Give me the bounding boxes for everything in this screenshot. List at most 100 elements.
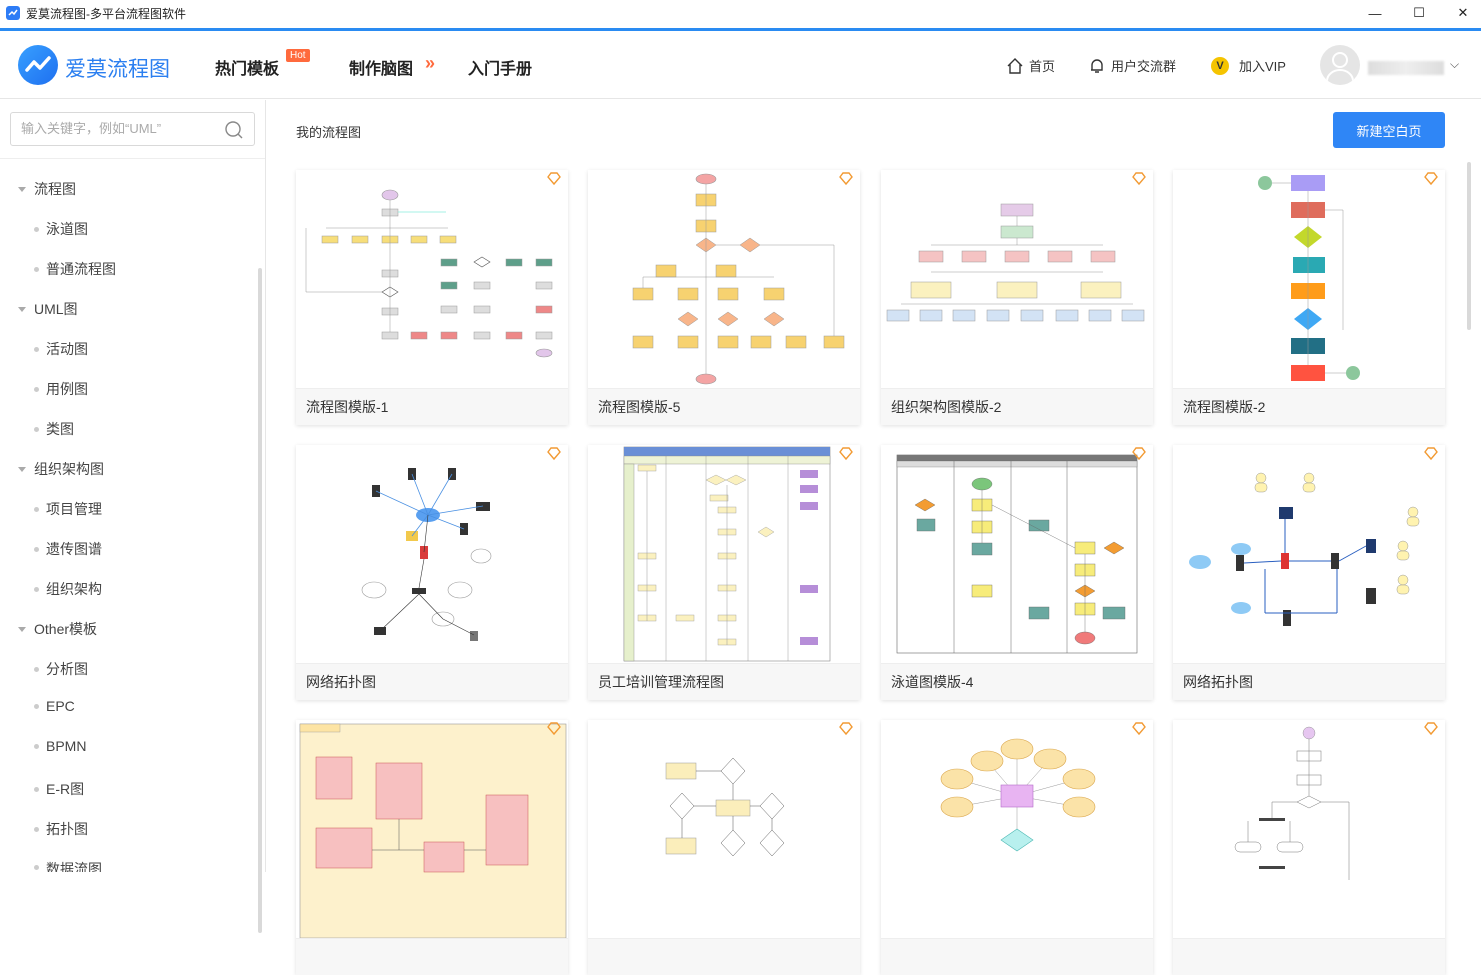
chevron-down-icon[interactable]: ⌵	[1450, 57, 1459, 72]
template-label: 网络拓扑图	[1173, 663, 1445, 700]
logo-text[interactable]: 爱莫流程图	[65, 53, 170, 83]
search-icon[interactable]	[224, 120, 244, 140]
template-thumbnail	[881, 445, 1153, 663]
tree-item-swimlane[interactable]: 泳道图	[34, 219, 88, 239]
tree-item-epc[interactable]: EPC	[34, 698, 75, 714]
tree-group-uml[interactable]: UML图	[18, 299, 78, 319]
tree-item-label: 数据流图	[46, 861, 102, 872]
tree-item-label: 用例图	[46, 381, 88, 397]
template-card[interactable]: 流程图模版-5	[588, 170, 860, 425]
divider	[0, 158, 265, 159]
tree-item-bpmn[interactable]: BPMN	[34, 738, 86, 754]
bullet-icon	[34, 266, 39, 272]
template-card[interactable]: 网络拓扑图	[1173, 445, 1445, 700]
template-thumbnail	[588, 445, 860, 663]
tree-item-label: BPMN	[46, 738, 87, 754]
tree-group-org[interactable]: 组织架构图	[18, 459, 104, 479]
template-card[interactable]	[296, 720, 568, 975]
avatar[interactable]	[1320, 45, 1360, 85]
template-thumbnail	[1173, 445, 1445, 663]
template-label	[296, 938, 568, 975]
vip-diamond-icon	[1424, 447, 1438, 461]
bullet-icon	[34, 786, 39, 792]
nav-hot-templates[interactable]: 热门模板	[215, 55, 279, 79]
tree-group-flowchart[interactable]: 流程图	[18, 179, 76, 199]
template-card[interactable]: 组织架构图模版-2	[881, 170, 1153, 425]
new-blank-page-button[interactable]: 新建空白页	[1333, 112, 1445, 148]
template-thumbnail	[296, 445, 568, 663]
tree-item-label: 泳道图	[46, 221, 88, 237]
main-scrollbar[interactable]	[1467, 162, 1471, 330]
tree-item-dataflow[interactable]: 数据流图	[34, 859, 102, 872]
page-title: 我的流程图	[296, 125, 362, 140]
tree-item-label: 活动图	[46, 341, 88, 357]
caret-down-icon	[18, 626, 26, 632]
bullet-icon	[34, 586, 39, 592]
tree-item-org[interactable]: 组织架构	[34, 579, 102, 599]
minimize-button[interactable]: —	[1352, 0, 1398, 26]
user-group-link[interactable]: 用户交流群	[1088, 56, 1176, 75]
tree-item-analysis[interactable]: 分析图	[34, 659, 88, 679]
template-thumbnail	[296, 170, 568, 388]
hot-badge: Hot	[286, 49, 310, 62]
template-label: 流程图模版-5	[588, 388, 860, 425]
template-card[interactable]	[881, 720, 1153, 975]
tree-group-label: 组织架构图	[34, 461, 104, 477]
template-thumbnail	[1173, 170, 1445, 388]
home-link[interactable]: 首页	[1006, 56, 1055, 75]
vip-diamond-icon	[547, 447, 561, 461]
tree-item-usecase[interactable]: 用例图	[34, 379, 88, 399]
vip-diamond-icon	[1424, 172, 1438, 186]
template-card[interactable]: 网络拓扑图	[296, 445, 568, 700]
vip-label: 加入VIP	[1239, 59, 1286, 74]
tree-item-activity[interactable]: 活动图	[34, 339, 88, 359]
template-thumbnail	[588, 170, 860, 388]
maximize-button[interactable]: ☐	[1396, 0, 1442, 26]
tree-item-er[interactable]: E-R图	[34, 779, 84, 799]
template-label: 泳道图模版-4	[881, 663, 1153, 700]
template-card[interactable]: 泳道图模版-4	[881, 445, 1153, 700]
template-card[interactable]: 流程图模版-2	[1173, 170, 1445, 425]
vip-diamond-icon	[1424, 722, 1438, 736]
tree-group-other[interactable]: Other模板	[18, 619, 97, 639]
username-blurred[interactable]	[1368, 61, 1444, 75]
template-card[interactable]	[588, 720, 860, 975]
bullet-icon	[34, 865, 39, 870]
logo-icon[interactable]	[18, 45, 58, 85]
close-button[interactable]: ✕	[1440, 0, 1481, 26]
nav-manual[interactable]: 入门手册	[468, 55, 532, 79]
tree-item-topology[interactable]: 拓扑图	[34, 819, 88, 839]
caret-down-icon	[18, 466, 26, 472]
bullet-icon	[34, 386, 39, 392]
caret-down-icon	[18, 186, 26, 192]
template-card[interactable]: 流程图模版-1	[296, 170, 568, 425]
tree-item-normal-flowchart[interactable]: 普通流程图	[34, 259, 116, 279]
template-label: 组织架构图模版-2	[881, 388, 1153, 425]
bullet-icon	[34, 426, 39, 432]
tree-item-label: 遗传图谱	[46, 541, 102, 557]
sidebar-scrollbar[interactable]	[258, 268, 262, 933]
tree-item-class[interactable]: 类图	[34, 419, 74, 439]
tree-item-label: E-R图	[46, 781, 85, 797]
vip-diamond-icon	[839, 722, 853, 736]
template-label	[1173, 938, 1445, 975]
bullet-icon	[34, 546, 39, 552]
caret-down-icon	[18, 306, 26, 312]
tree-item-project[interactable]: 项目管理	[34, 499, 102, 519]
nav-mindmap[interactable]: 制作脑图	[349, 55, 413, 79]
vip-diamond-icon	[1132, 172, 1146, 186]
template-thumbnail	[881, 170, 1153, 388]
tree-group-label: 流程图	[34, 181, 76, 197]
bullet-icon	[34, 703, 39, 709]
vip-link[interactable]: V 加入VIP	[1211, 56, 1286, 75]
template-card[interactable]: 员工培训管理流程图	[588, 445, 860, 700]
tree-item-genetic[interactable]: 遗传图谱	[34, 539, 102, 559]
tree-item-label: 组织架构	[46, 581, 102, 597]
vip-diamond-icon	[547, 722, 561, 736]
vip-diamond-icon	[547, 172, 561, 186]
template-card[interactable]	[1173, 720, 1445, 975]
bullet-icon	[34, 506, 39, 512]
template-label	[588, 938, 860, 975]
tree-item-label: EPC	[46, 698, 75, 714]
search-input[interactable]	[21, 113, 221, 143]
